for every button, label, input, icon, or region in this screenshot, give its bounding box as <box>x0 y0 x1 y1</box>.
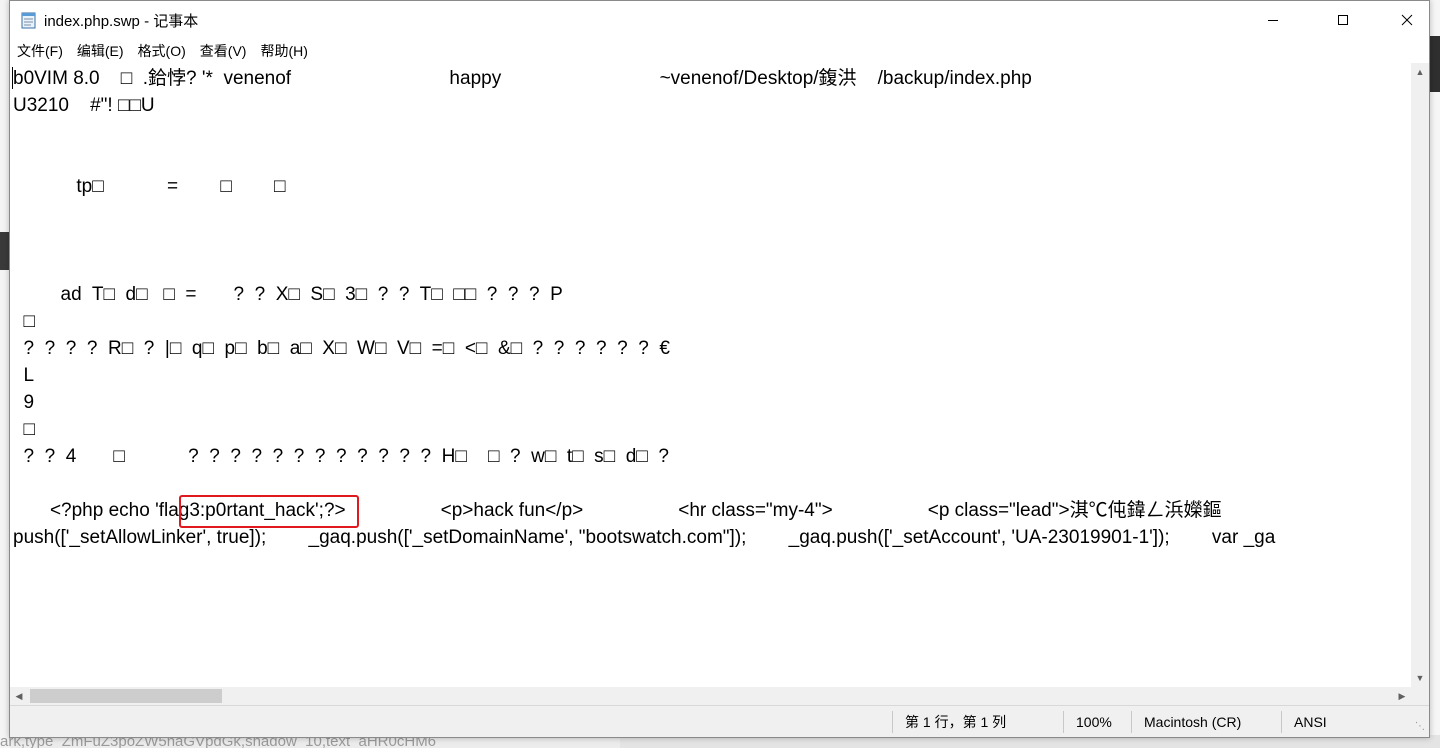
editor-line: b0VIM 8.0 □ .鉿悖? '* venenof happy ~venen… <box>13 68 1032 89</box>
editor-line: ? ? 4 □ ? ? ? ? ? ? ? ? ? ? ? ? H□ □ ? w… <box>13 446 669 467</box>
editor-line: tp□ = □ □ <box>13 176 286 197</box>
editor-line: □ <box>13 419 36 440</box>
notepad-icon <box>21 12 36 29</box>
editor-line: push(['_setAllowLinker', true]); _gaq.pu… <box>13 527 1276 548</box>
scroll-down-icon[interactable]: ▼ <box>1411 669 1429 687</box>
scrollbar-corner <box>1411 687 1429 705</box>
menu-format[interactable]: 格式(O) <box>131 40 193 62</box>
status-encoding: ANSI <box>1281 711 1411 733</box>
scroll-left-icon[interactable]: ◀ <box>10 687 28 705</box>
minimize-icon <box>1268 20 1278 21</box>
desktop: ark,type_ZmFuZ3poZW5naGVpdGk,shadow_10,t… <box>0 0 1440 748</box>
editor-line: 9 <box>13 392 35 413</box>
editor-line: ad T□ d□ □ = ? ? X□ S□ 3□ ? ? T□ □□ ? ? … <box>13 284 563 305</box>
close-icon <box>1401 14 1413 26</box>
close-button[interactable] <box>1384 1 1430 39</box>
notepad-window: index.php.swp - 记事本 文件(F) 编辑(E) 格式(O) 查看… <box>9 0 1430 738</box>
status-zoom: 100% <box>1063 711 1131 733</box>
editor-line: L <box>13 365 35 386</box>
menu-file[interactable]: 文件(F) <box>10 40 70 62</box>
background-window-right <box>1430 0 1440 748</box>
window-title: index.php.swp - 记事本 <box>44 13 199 30</box>
menu-help[interactable]: 帮助(H) <box>253 40 314 62</box>
scroll-right-icon[interactable]: ▶ <box>1393 687 1411 705</box>
maximize-button[interactable] <box>1320 1 1366 39</box>
status-line-ending: Macintosh (CR) <box>1131 711 1281 733</box>
horizontal-scroll-thumb[interactable] <box>30 689 222 703</box>
vertical-scrollbar[interactable]: ▲ ▼ <box>1411 63 1429 687</box>
scroll-up-icon[interactable]: ▲ <box>1411 63 1429 81</box>
text-editor[interactable]: b0VIM 8.0 □ .鉿悖? '* venenof happy ~venen… <box>10 63 1411 687</box>
status-cursor-position: 第 1 行，第 1 列 <box>892 711 1063 733</box>
horizontal-scrollbar[interactable]: ◀ ▶ <box>10 687 1411 705</box>
status-bar: 第 1 行，第 1 列 100% Macintosh (CR) ANSI <box>10 705 1429 737</box>
maximize-icon <box>1338 15 1348 25</box>
menu-bar: 文件(F) 编辑(E) 格式(O) 查看(V) 帮助(H) <box>10 39 1429 63</box>
background-window-right-dark <box>1430 36 1440 92</box>
editor-line: □ <box>13 311 36 332</box>
editor-line: ? ? ? ? R□ ? |□ q□ p□ b□ a□ X□ W□ V□ =□ … <box>13 338 670 359</box>
editor-line: U3210 #"! □□U <box>13 95 155 116</box>
title-bar[interactable]: index.php.swp - 记事本 <box>10 1 1429 39</box>
minimize-button[interactable] <box>1250 1 1296 39</box>
menu-view[interactable]: 查看(V) <box>193 40 254 62</box>
flag-highlight-box <box>179 495 359 528</box>
menu-edit[interactable]: 编辑(E) <box>70 40 131 62</box>
resize-grip-icon[interactable]: ⋱ <box>1415 721 1427 733</box>
